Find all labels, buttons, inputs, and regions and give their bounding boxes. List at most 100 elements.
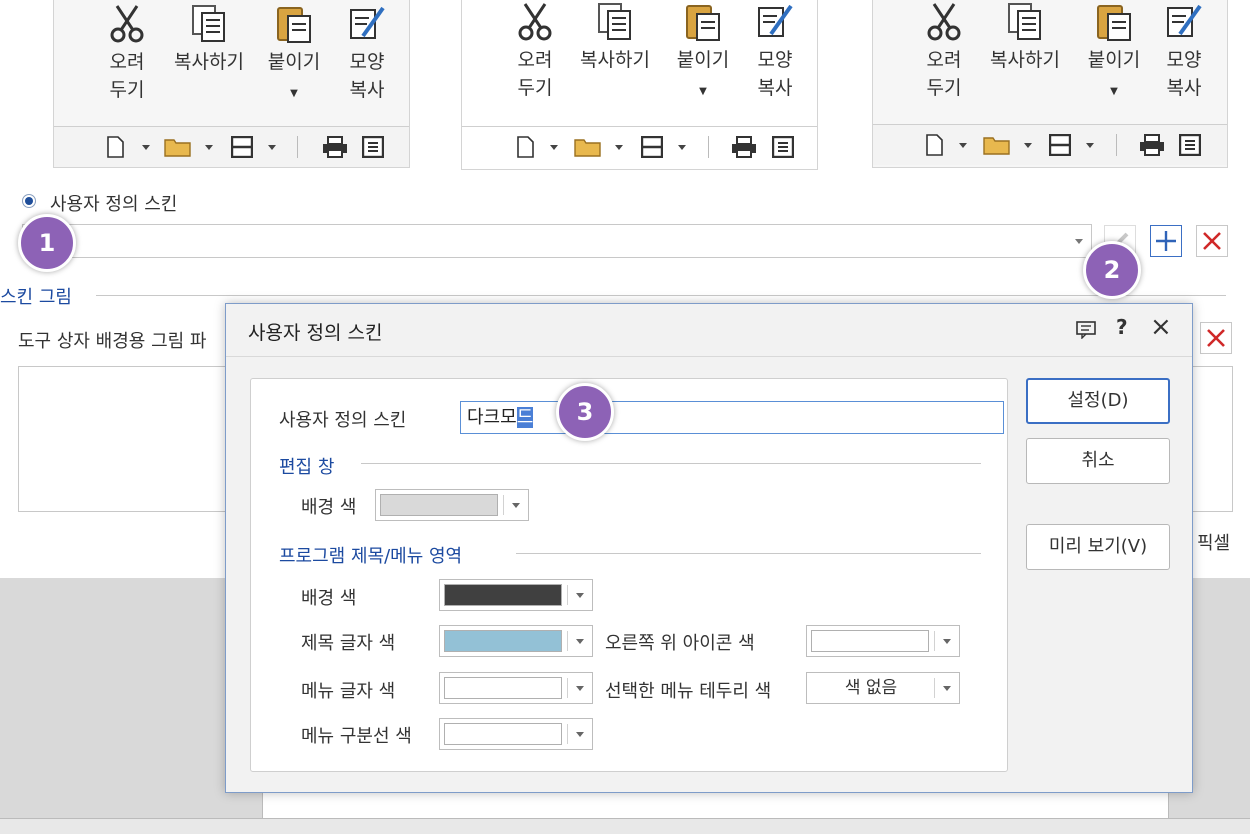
selected-menu-border-value: 색 없음	[844, 678, 898, 698]
open-folder-icon	[164, 139, 191, 157]
comment-icon[interactable]	[1076, 321, 1096, 339]
add-skin-button[interactable]	[1150, 225, 1182, 257]
settings-panel: 사용자 정의 스킨 다크모드 편집 창 배경 색 프로그램 제목/메뉴 영역 배…	[250, 378, 1008, 772]
menu-divider-color-label: 메뉴 구분선 색	[301, 726, 412, 747]
clipboard-icon	[1097, 5, 1131, 41]
cancel-button[interactable]: 취소	[1026, 438, 1170, 484]
selected-menu-border-picker[interactable]: 색 없음	[806, 672, 960, 704]
skin-preview-1[interactable]: 오려 두기 복사하기 붙이기 ▼ 모양 복사	[53, 0, 410, 168]
cut-tool: 오려 두기	[500, 2, 570, 102]
dropdown-arrow-icon: ▼	[290, 88, 298, 99]
cut-tool: 오려 두기	[909, 2, 979, 102]
paste-label: 붙이기	[267, 51, 321, 73]
skin-name-label: 사용자 정의 스킨	[279, 410, 407, 431]
copy-label: 복사하기	[174, 51, 244, 73]
clipboard-icon	[277, 7, 311, 43]
color-swatch	[380, 494, 498, 516]
scissors-icon	[927, 3, 961, 41]
new-document-icon	[107, 136, 124, 158]
print-icon	[1140, 134, 1164, 156]
cut-label: 오려 두기	[517, 49, 553, 99]
top-right-icon-color-picker[interactable]	[806, 625, 960, 657]
title-text-color-label: 제목 글자 색	[301, 633, 396, 654]
skin-name-selected-text: 드	[516, 407, 534, 428]
separator	[1116, 134, 1117, 156]
scissors-icon	[110, 5, 144, 43]
callout-badge-1: 1	[18, 214, 76, 272]
menu-divider-color-picker[interactable]	[439, 718, 593, 750]
divider	[516, 553, 981, 554]
color-swatch	[444, 677, 562, 699]
dialog-title: 사용자 정의 스킨	[248, 322, 383, 344]
format-painter-icon	[350, 6, 385, 39]
delete-picture-button[interactable]	[1200, 322, 1232, 354]
toolbox-bg-preview-right	[1190, 366, 1233, 512]
toolbox-bg-label: 도구 상자 배경용 그림 파	[18, 331, 207, 352]
paste-label: 붙이기	[1087, 49, 1141, 71]
custom-skin-select[interactable]	[22, 224, 1092, 258]
skin-name-text: 다크모	[467, 407, 517, 428]
delete-skin-button[interactable]	[1196, 225, 1228, 257]
copy-label: 복사하기	[990, 49, 1060, 71]
color-swatch	[444, 630, 562, 652]
paste-tool: 붙이기 ▼	[1079, 2, 1149, 106]
edit-window-section-title: 편집 창	[279, 457, 335, 478]
custom-skin-radio[interactable]	[22, 194, 36, 208]
open-folder-icon	[574, 139, 601, 157]
color-swatch	[444, 584, 562, 606]
dropdown-arrow-icon: ▼	[699, 86, 707, 97]
separator	[297, 136, 298, 158]
menu-text-color-picker[interactable]	[439, 672, 593, 704]
preview-button[interactable]: 미리 보기(V)	[1026, 524, 1170, 570]
skin-preview-2[interactable]: 오려 두기 복사하기 붙이기 ▼ 모양 복사	[461, 0, 818, 170]
chevron-down-icon	[1075, 239, 1083, 244]
copy-icon	[192, 5, 225, 42]
format-painter-icon	[758, 4, 793, 37]
program-section-title: 프로그램 제목/메뉴 영역	[279, 546, 463, 567]
plus-icon	[1156, 231, 1176, 251]
format-painter-label: 모양 복사	[349, 51, 385, 101]
edit-bg-color-picker[interactable]	[375, 489, 529, 521]
format-painter-tool: 모양 복사	[1149, 2, 1219, 102]
quick-access-bar	[873, 124, 1227, 165]
page-icon	[772, 136, 794, 158]
copy-icon	[1008, 3, 1041, 40]
ok-button[interactable]: 설정(D)	[1026, 378, 1170, 424]
dropdown-arrow-icon	[550, 145, 558, 150]
custom-skin-radio-label: 사용자 정의 스킨	[50, 194, 178, 215]
chevron-down-icon	[576, 686, 584, 691]
divider	[361, 463, 981, 464]
paste-label: 붙이기	[676, 49, 730, 71]
edit-bg-color-label: 배경 색	[301, 497, 357, 518]
help-icon[interactable]: ?	[1116, 315, 1128, 339]
divider	[96, 295, 1226, 296]
format-painter-icon	[1167, 4, 1202, 37]
close-icon	[1207, 329, 1225, 347]
skin-preview-3[interactable]: 오려 두기 복사하기 붙이기 ▼ 모양 복사	[872, 0, 1228, 168]
copy-tool: 복사하기	[169, 4, 249, 76]
format-painter-tool: 모양 복사	[332, 4, 402, 104]
page-icon	[1179, 134, 1201, 156]
skin-picture-section-title: 스킨 그림	[0, 287, 72, 308]
menu-text-color-label: 메뉴 글자 색	[301, 681, 396, 702]
title-text-color-picker[interactable]	[439, 625, 593, 657]
skin-name-input[interactable]: 다크모드	[460, 401, 1004, 434]
chevron-down-icon	[512, 503, 520, 508]
print-icon	[323, 136, 347, 158]
chevron-down-icon	[576, 593, 584, 598]
color-swatch	[811, 630, 929, 652]
copy-tool: 복사하기	[983, 2, 1067, 74]
save-icon	[641, 136, 663, 158]
quick-access-bar	[54, 126, 409, 167]
dialog-header: 사용자 정의 스킨 ? ×	[226, 304, 1192, 357]
new-document-icon	[926, 134, 943, 156]
open-folder-icon	[983, 137, 1010, 155]
dropdown-arrow-icon	[142, 145, 150, 150]
scissors-icon	[518, 3, 552, 41]
format-painter-label: 모양 복사	[1166, 49, 1202, 99]
close-icon[interactable]: ×	[1150, 312, 1172, 342]
dropdown-arrow-icon	[205, 145, 213, 150]
sheet-tabs-bar	[0, 818, 1250, 834]
dropdown-arrow-icon	[959, 143, 967, 148]
program-bg-color-picker[interactable]	[439, 579, 593, 611]
